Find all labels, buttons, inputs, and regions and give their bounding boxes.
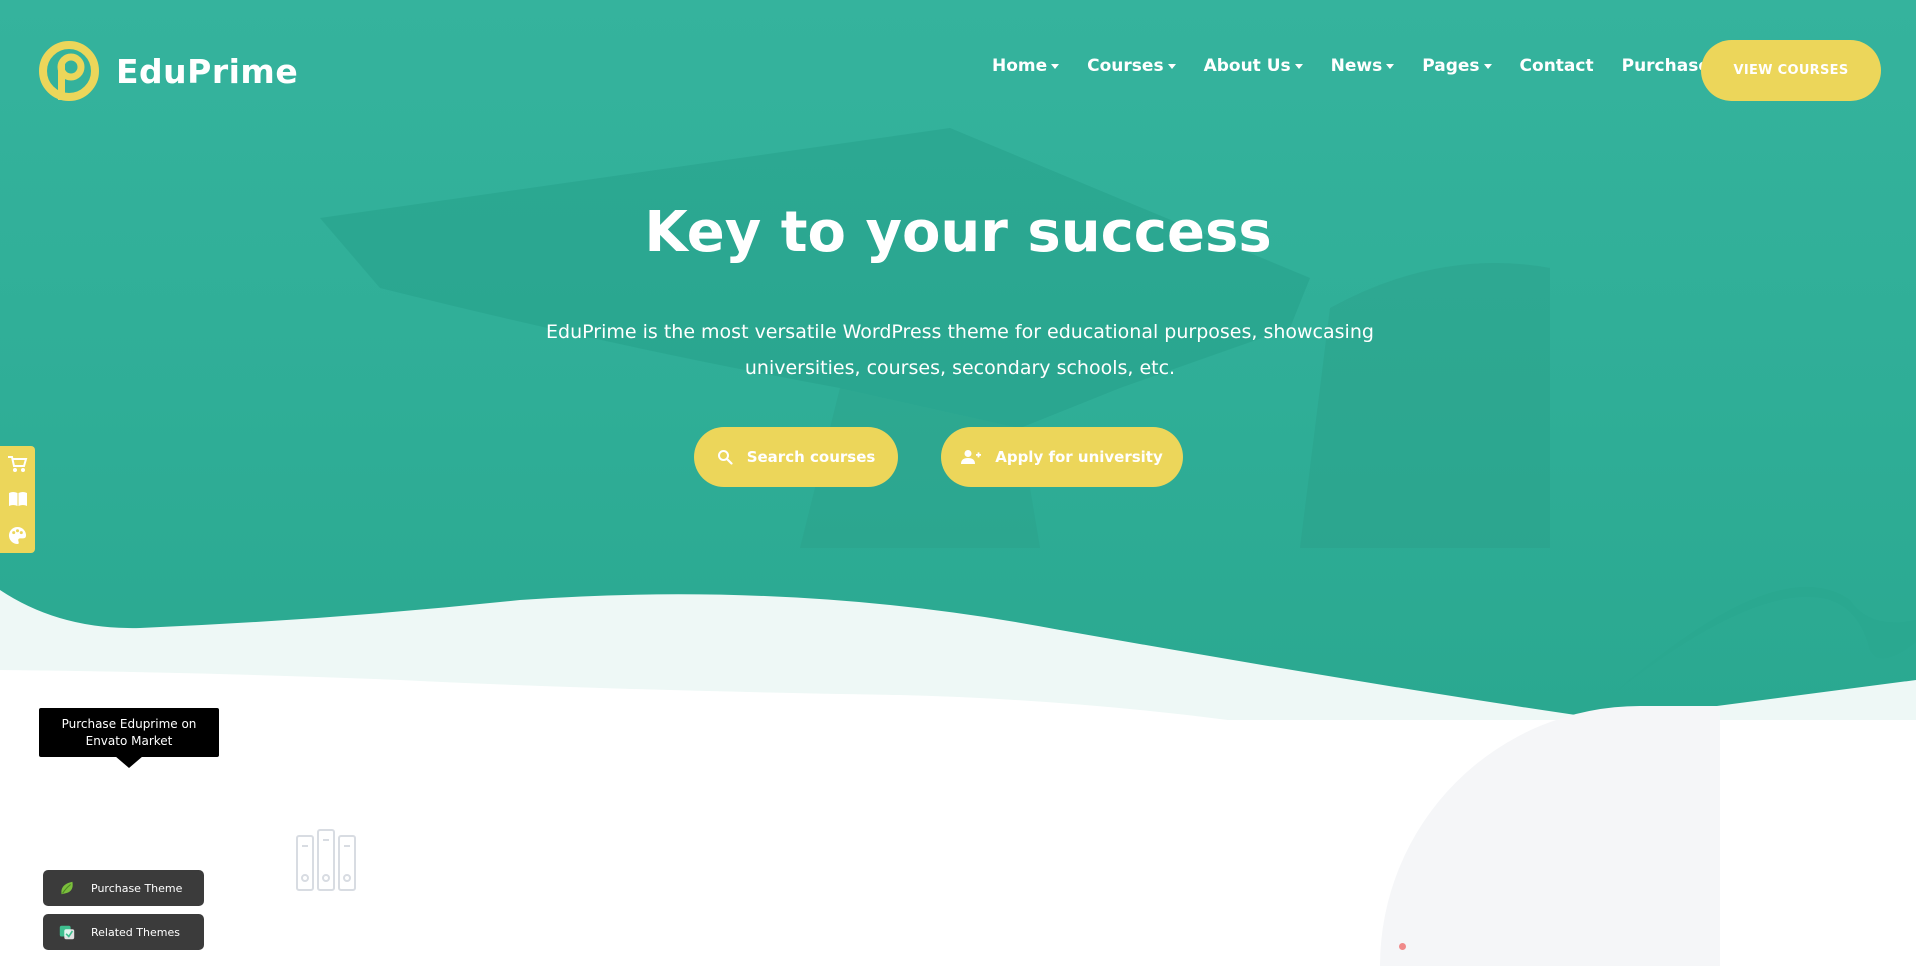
chevron-down-icon [1386, 63, 1395, 69]
cart-icon[interactable] [7, 454, 28, 474]
brand-name: EduPrime [116, 51, 299, 91]
hero-title: Key to your success [644, 200, 1272, 265]
eduprime-logo-icon [39, 41, 99, 101]
search-courses-label: Search courses [746, 448, 876, 466]
decorative-blob [1380, 706, 1720, 966]
nav-item-courses[interactable]: Courses [1087, 56, 1176, 76]
purchase-theme-button[interactable]: Purchase Theme [43, 870, 204, 906]
book-icon[interactable] [8, 489, 28, 509]
hero-subtitle: EduPrime is the most versatile WordPress… [546, 321, 1374, 379]
add-user-icon [961, 450, 982, 464]
search-icon [717, 450, 733, 465]
nav-item-pages[interactable]: Pages [1422, 56, 1492, 76]
chevron-down-icon [1167, 63, 1176, 69]
main-navigation: Home Courses About Us News Pages Contact… [992, 56, 1710, 76]
nav-item-news[interactable]: News [1331, 56, 1395, 76]
side-dock [0, 446, 35, 553]
apply-for-university-label: Apply for university [995, 448, 1163, 466]
chevron-down-icon [1294, 63, 1303, 69]
related-themes-label: Related Themes [91, 925, 180, 939]
view-courses-button[interactable]: VIEW COURSES [1701, 40, 1881, 101]
nav-item-contact[interactable]: Contact [1520, 56, 1594, 76]
chevron-down-icon [1483, 63, 1492, 69]
decorative-dot [1399, 943, 1406, 950]
nav-item-purchase[interactable]: Purchase [1622, 56, 1710, 76]
themes-icon [57, 922, 77, 942]
purchase-theme-label: Purchase Theme [91, 881, 183, 895]
leaf-icon [57, 878, 77, 898]
purchase-tooltip: Purchase Eduprime on Envato Market [39, 708, 219, 768]
palette-icon[interactable] [8, 525, 28, 545]
nav-item-about-us[interactable]: About Us [1204, 56, 1303, 76]
site-logo[interactable]: EduPrime [38, 40, 298, 102]
related-themes-button[interactable]: Related Themes [43, 914, 204, 950]
books-icon [296, 829, 356, 891]
apply-for-university-button[interactable]: Apply for university [941, 427, 1183, 487]
nav-item-home[interactable]: Home [992, 56, 1060, 76]
search-courses-button[interactable]: Search courses [694, 427, 898, 487]
chevron-down-icon [1051, 63, 1060, 69]
hero-wave-divider [0, 586, 1916, 720]
